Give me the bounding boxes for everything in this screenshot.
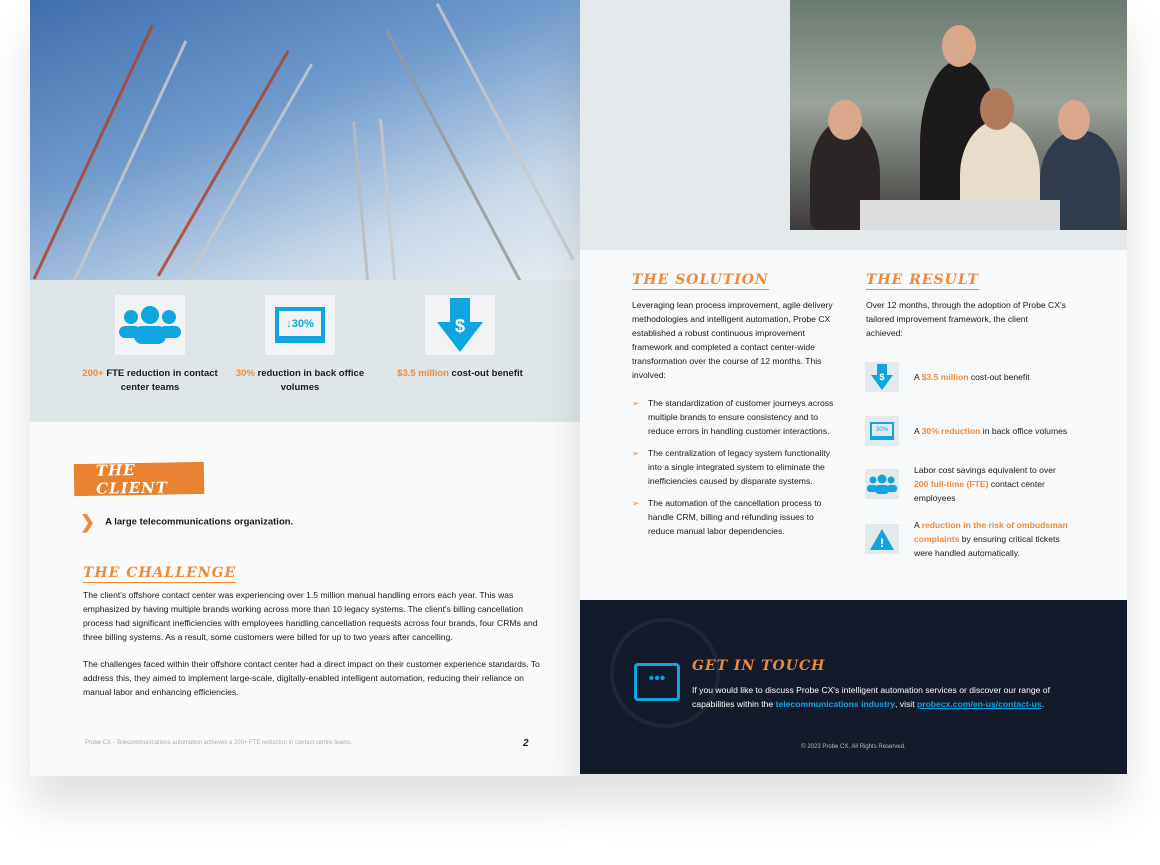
chat-bubble-icon: ••• (634, 663, 680, 701)
result-item: 30% A 30% reduction in back office volume… (865, 416, 1105, 446)
contact-text: If you would like to discuss Probe CX's … (692, 685, 1050, 709)
laptop-30-percent-icon: 30% (865, 416, 899, 446)
telecom-towers-photo (30, 0, 580, 285)
svg-text:$: $ (879, 372, 884, 382)
warning-icon: ! (865, 524, 899, 554)
result-heading: The Result (866, 272, 979, 290)
page-footer: Probe CX - Telecommunications automation… (85, 740, 353, 746)
team-photo-area (580, 0, 1127, 250)
people-icon (115, 295, 185, 355)
result-item: $ A $3.5 million cost-out benefit (865, 362, 1095, 392)
people-icon (865, 469, 899, 499)
dollar-down-arrow-icon: $ (865, 362, 899, 392)
copyright: © 2023 Probe CX. All Rights Reserved. (801, 744, 906, 750)
solution-list: The standardization of customer journeys… (632, 396, 842, 538)
list-item: The automation of the cancellation proce… (632, 496, 842, 538)
stat-cost-out: $ $3.5 million cost-out benefit (390, 295, 530, 381)
right-page: The Solution Leveraging lean process imp… (580, 0, 1127, 774)
client-heading: The Client (73, 461, 205, 498)
page-number: 2 (523, 738, 529, 749)
left-page: 200+ FTE reduction in contact center tea… (30, 0, 580, 776)
solution-body: Leveraging lean process improvement, agi… (632, 298, 842, 546)
challenge-body: The client's offshore contact center was… (83, 590, 540, 697)
team-photo (790, 0, 1127, 230)
svg-text:$: $ (455, 316, 465, 336)
stat-fte: 200+ FTE reduction in contact center tea… (80, 295, 220, 395)
chevron-right-icon: ❯ (80, 512, 96, 532)
solution-heading: The Solution (632, 272, 769, 290)
contact-us-link[interactable]: probecx.com/en-us/contact-us (917, 699, 1042, 709)
laptop-30-percent-icon: ↓30% (265, 295, 335, 355)
stat-back-office: ↓30% 30% reduction in back office volume… (230, 295, 370, 395)
telecom-industry-link[interactable]: telecommunications industry (776, 699, 895, 709)
result-intro: Over 12 months, through the adoption of … (866, 300, 1066, 338)
challenge-heading: The Challenge (83, 565, 237, 583)
result-item: ! A reduction in the risk of ombudsman co… (865, 518, 1075, 560)
svg-text:!: ! (880, 536, 884, 550)
client-description: ❯ A large telecommunications organization… (80, 512, 294, 532)
dollar-down-arrow-icon: $ (425, 295, 495, 355)
contact-heading: Get in touch (692, 658, 826, 674)
list-item: The standardization of customer journeys… (632, 396, 842, 438)
list-item: The centralization of legacy system func… (632, 446, 842, 488)
result-item: Labor cost savings equivalent to over 20… (865, 463, 1065, 505)
